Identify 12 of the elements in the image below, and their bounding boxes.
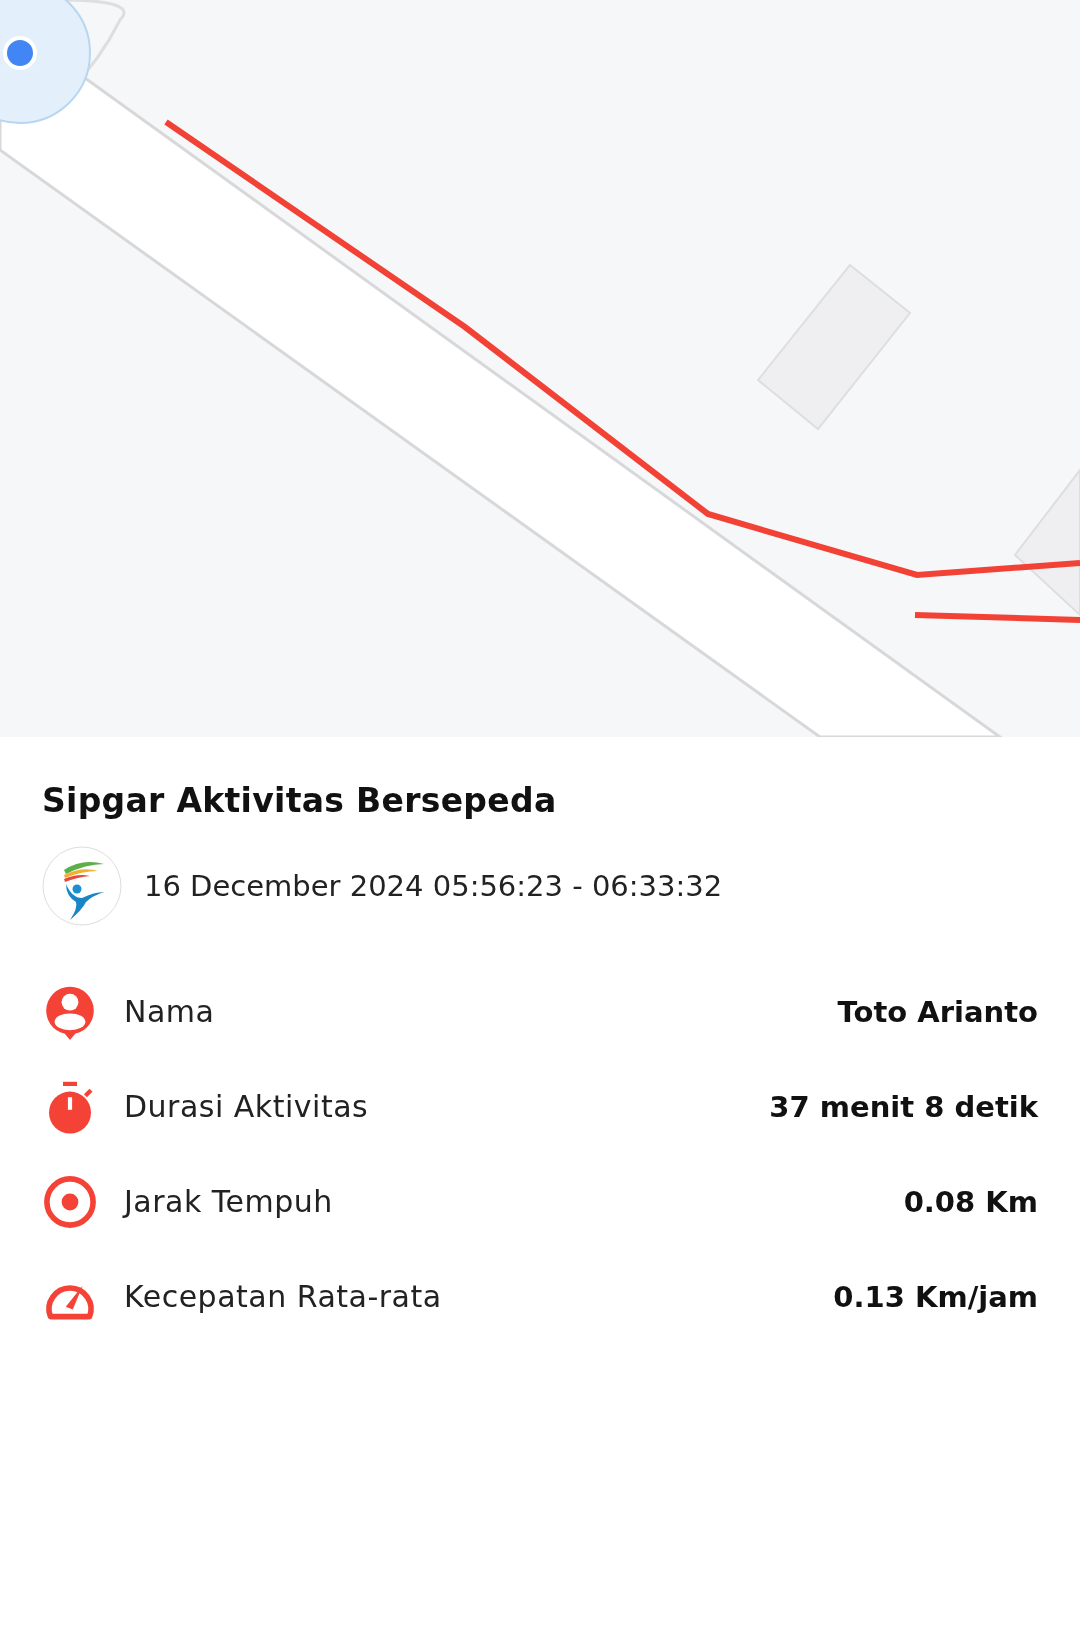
stat-value: 0.13 Km/jam (833, 1279, 1038, 1314)
stat-value: 37 menit 8 detik (769, 1089, 1038, 1124)
stat-value: Toto Arianto (837, 994, 1038, 1029)
stat-label: Kecepatan Rata-rata (124, 1279, 442, 1314)
date-range: 16 December 2024 05:56:23 - 06:33:32 (144, 869, 723, 903)
stat-label: Nama (124, 994, 215, 1029)
stat-value: 0.08 Km (903, 1184, 1038, 1219)
stat-label: Durasi Aktivitas (124, 1089, 369, 1124)
logo-icon (42, 846, 122, 926)
activity-title: Sipgar Aktivitas Bersepeda (42, 781, 558, 820)
target-icon (42, 1173, 98, 1230)
stat-label: Jarak Tempuh (124, 1184, 333, 1219)
